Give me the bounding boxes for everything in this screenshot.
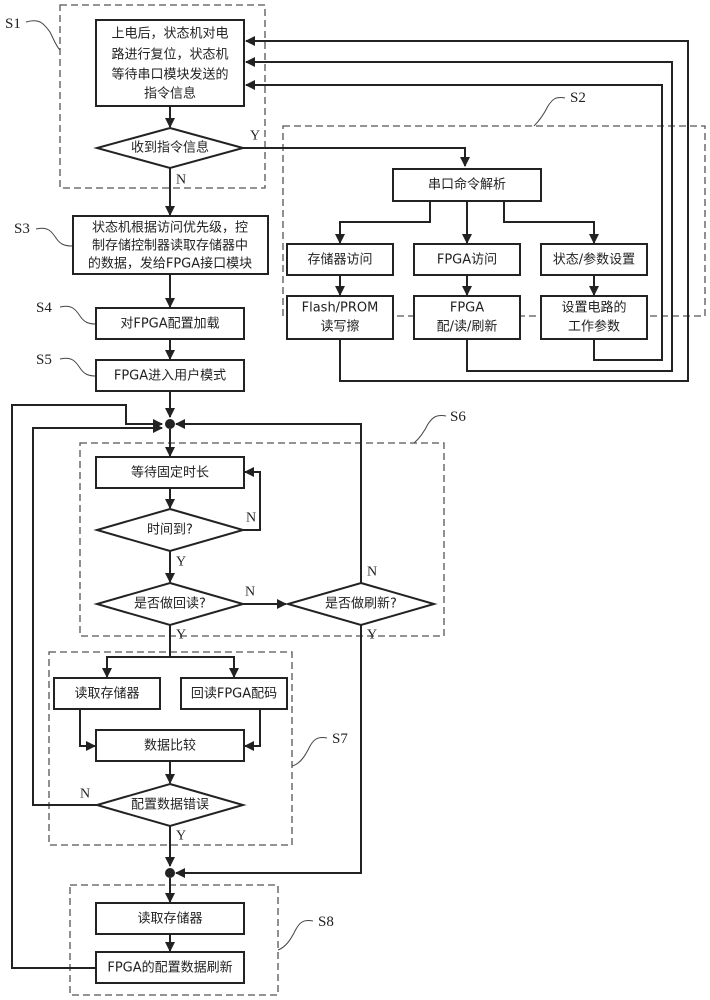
leader-s4 xyxy=(59,305,97,325)
no-label: N xyxy=(245,585,255,600)
arrow xyxy=(243,147,470,167)
step-label-s6: S6 xyxy=(450,409,466,425)
user-mode-text: FPGA进入用户模式 xyxy=(114,368,226,384)
wait-text: 等待固定时长 xyxy=(131,465,209,481)
fpga-cfg-text-1: FPGA xyxy=(450,301,484,316)
yes-label: Y xyxy=(176,628,186,643)
no-label: N xyxy=(176,173,186,188)
no-label: N xyxy=(80,787,90,802)
junction-dot xyxy=(165,419,175,429)
junction-dot xyxy=(165,868,175,878)
yes-label: Y xyxy=(250,129,260,144)
step-label-s1: S1 xyxy=(5,16,21,32)
step-label-s2: S2 xyxy=(570,90,586,106)
arrow xyxy=(175,419,362,583)
readback-fpga-text: 回读FPGA配码 xyxy=(191,687,277,702)
read-priority-text-1: 状态机根据访问优先级，控 xyxy=(92,221,248,236)
mem-access-text: 存储器访问 xyxy=(307,253,372,268)
power-on-text-3: 等待串口模块发送的 xyxy=(111,67,228,83)
yes-label: Y xyxy=(367,628,377,643)
parse-text: 串口命令解析 xyxy=(428,177,506,193)
yes-label: Y xyxy=(176,555,186,570)
read-mem-text: 读取存储器 xyxy=(74,687,139,702)
power-on-text-1: 上电后，状态机对电 xyxy=(111,27,228,42)
compare-text: 数据比较 xyxy=(144,739,196,754)
power-on-text-4: 指令信息 xyxy=(144,86,196,102)
leader-s6 xyxy=(413,415,447,444)
step-label-s5: S5 xyxy=(36,352,52,368)
arrow xyxy=(102,656,170,678)
config-err-text: 配置数据错误 xyxy=(131,798,209,813)
readback-text: 是否做回读? xyxy=(134,597,206,612)
leader-s2 xyxy=(533,97,566,127)
leader-s1 xyxy=(25,20,61,51)
flowchart: S1 S2 S3 S4 S5 S6 S7 S8 上电后，状态机对电 路进行复位，… xyxy=(5,4,706,996)
leader-s5 xyxy=(59,357,97,377)
set-params-text-1: 设置电路的 xyxy=(561,300,626,316)
read-priority-text-3: 的数据，发给FPGA接口模块 xyxy=(88,256,252,272)
arrow xyxy=(503,201,599,244)
refresh-data-text: FPGA的配置数据刷新 xyxy=(107,960,232,976)
step-label-s7: S7 xyxy=(332,731,348,747)
fpga-cfg-text-2: 配/读/刷新 xyxy=(437,319,498,335)
arrow xyxy=(244,709,261,751)
flash-rw-text-2: 读写擦 xyxy=(320,320,359,335)
no-label: N xyxy=(367,565,377,580)
fpga-access-text: FPGA访问 xyxy=(437,253,497,268)
step-label-s3: S3 xyxy=(14,221,30,237)
state-param-text: 状态/参数设置 xyxy=(553,252,635,268)
read-mem2-text: 读取存储器 xyxy=(137,912,202,927)
step-label-s8: S8 xyxy=(318,914,334,930)
leader-s3 xyxy=(35,227,73,247)
refresh-text: 是否做刷新? xyxy=(325,596,397,612)
config-load-text: 对FPGA配置加载 xyxy=(120,317,219,332)
power-on-text-2: 路进行复位，状态机 xyxy=(111,47,228,63)
yes-label: Y xyxy=(176,829,186,844)
set-params-text-2: 工作参数 xyxy=(568,319,620,335)
read-priority-text-2: 制存储控制器读取存储器中 xyxy=(92,239,248,254)
arrow xyxy=(170,656,239,678)
received-text: 收到指令信息 xyxy=(131,140,209,156)
time-up-text: 时间到? xyxy=(147,523,193,538)
step-label-s4: S4 xyxy=(36,300,52,316)
no-label: N xyxy=(246,511,256,526)
flash-rw-text-1: Flash/PROM xyxy=(302,301,379,316)
leader-s7 xyxy=(291,737,328,767)
arrow xyxy=(335,201,431,244)
arrow xyxy=(79,709,96,751)
leader-s8 xyxy=(277,920,314,951)
